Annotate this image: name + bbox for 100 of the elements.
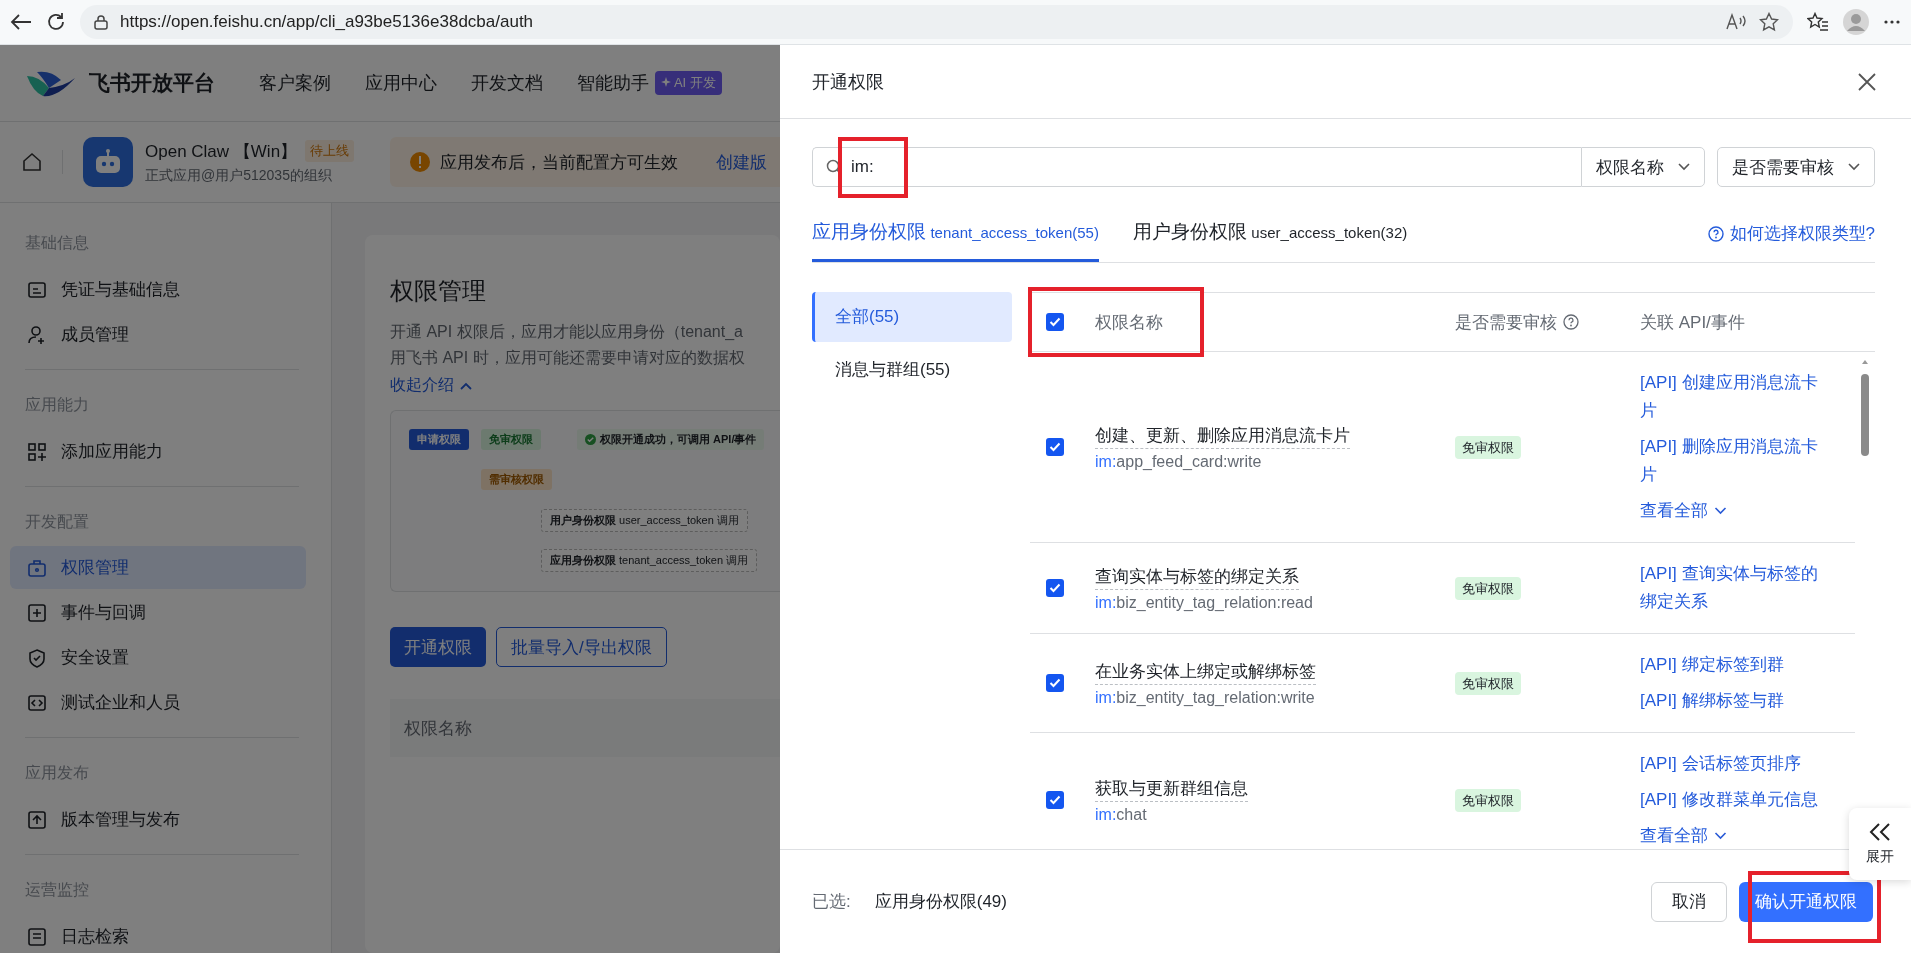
- star-icon[interactable]: [1759, 12, 1779, 32]
- more-icon[interactable]: [1883, 19, 1901, 25]
- filter-dropdown[interactable]: 权限名称: [1581, 147, 1705, 187]
- page-title: 权限管理: [390, 276, 487, 306]
- confirm-button[interactable]: 确认开通权限: [1739, 881, 1873, 922]
- flow-node: 申请权限: [409, 429, 469, 450]
- sidebar-item[interactable]: 权限管理: [10, 546, 306, 589]
- help-icon: [1707, 225, 1724, 242]
- permission-scope: im:biz_entity_tag_relation:read: [1095, 593, 1314, 612]
- api-link[interactable]: [API] 修改群菜单元信息: [1640, 786, 1830, 814]
- checkbox[interactable]: [1046, 313, 1064, 331]
- primary-button[interactable]: 开通权限: [390, 627, 486, 667]
- review-tag: 免审权限: [1455, 576, 1521, 600]
- sidebar-item-icon: [27, 647, 47, 668]
- sidebar-item[interactable]: 添加应用能力: [10, 429, 321, 474]
- description-text: 开通 API 权限后，应用才能以应用身份（tenant_a: [390, 322, 744, 342]
- api-link[interactable]: [API] 会话标签页排序: [1640, 750, 1830, 778]
- permission-name: 创建、更新、删除应用消息流卡片: [1095, 423, 1350, 449]
- nav-link[interactable]: 开发文档: [471, 71, 543, 95]
- reload-icon[interactable]: [46, 12, 66, 32]
- permission-name: 获取与更新群组信息: [1095, 776, 1248, 802]
- read-aloud-icon[interactable]: [1725, 13, 1747, 31]
- chevron-up-icon: [460, 381, 472, 390]
- sidebar-item[interactable]: 成员管理: [10, 312, 321, 357]
- view-all-link[interactable]: 查看全部: [1640, 497, 1830, 525]
- search-field[interactable]: im:: [812, 147, 1581, 187]
- lock-icon: [94, 14, 108, 30]
- robot-icon: [83, 137, 133, 187]
- site-logo-text[interactable]: 飞书开放平台: [89, 69, 215, 97]
- review-tag: 免审权限: [1455, 788, 1521, 812]
- nav-link[interactable]: 客户案例: [259, 71, 331, 95]
- sidebar-group-label: 运营监控: [24, 880, 90, 900]
- sidebar-item[interactable]: 测试企业和人员: [10, 680, 321, 725]
- category-item[interactable]: 消息与群组(55): [812, 345, 1012, 395]
- help-icon: [1563, 314, 1579, 330]
- checkbox[interactable]: [1046, 674, 1064, 692]
- notice-link[interactable]: 创建版: [716, 150, 767, 174]
- double-chevron-left-icon: [1869, 822, 1891, 842]
- collapse-link[interactable]: 收起介绍: [390, 375, 780, 396]
- category-item[interactable]: 全部(55): [812, 292, 1012, 342]
- sidebar-item-icon: [27, 692, 47, 713]
- selected-label: 已选:: [812, 891, 851, 913]
- permission-scope: im:biz_entity_tag_relation:write: [1095, 688, 1316, 707]
- warning-icon: [410, 152, 430, 172]
- sidebar-item[interactable]: 日志检索: [10, 914, 321, 953]
- checkbox[interactable]: [1046, 791, 1064, 809]
- review-tag: 免审权限: [1455, 671, 1521, 695]
- favorites-icon[interactable]: [1807, 12, 1829, 32]
- sidebar-item[interactable]: 凭证与基础信息: [10, 267, 321, 312]
- sidebar-item-icon: [27, 809, 47, 830]
- checkbox[interactable]: [1046, 438, 1064, 456]
- address-bar[interactable]: https://open.feishu.cn/app/cli_a93be5136e38dcba/auth: [80, 5, 1793, 39]
- help-link[interactable]: 如何选择权限类型?: [1707, 222, 1875, 262]
- chevron-down-icon: [1714, 832, 1727, 840]
- sidebar-item-icon: [27, 324, 47, 345]
- tab[interactable]: 用户身份权限 user_access_token(32): [1132, 219, 1408, 262]
- permission-name: 在业务实体上绑定或解绑标签: [1095, 659, 1316, 685]
- check-circle-icon: [585, 434, 596, 445]
- flow-node: 应用身份权限 tenant_access_token 调用: [541, 549, 758, 572]
- api-link[interactable]: [API] 创建应用消息流卡片: [1640, 369, 1830, 425]
- cancel-button[interactable]: 取消: [1651, 881, 1727, 922]
- filter-dropdown[interactable]: 是否需要审核: [1717, 147, 1875, 187]
- avatar-icon[interactable]: [1843, 9, 1869, 35]
- sidebar-item[interactable]: 事件与回调: [10, 590, 321, 635]
- description-text: 用飞书 API 时，应用可能还需要申请对应的数据权: [390, 348, 746, 368]
- column-header: 权限名称: [1095, 311, 1164, 334]
- back-icon[interactable]: [10, 13, 32, 31]
- sidebar-item-icon: [27, 279, 47, 300]
- flow-node: 权限开通成功，可调用 API/事件: [577, 429, 765, 450]
- ai-badge[interactable]: AI 开发: [655, 71, 722, 95]
- table-header: 权限名称: [390, 699, 780, 757]
- view-all-link[interactable]: 查看全部: [1640, 822, 1830, 849]
- column-header: 关联 API/事件: [1640, 311, 1746, 334]
- api-link[interactable]: [API] 查询实体与标签的绑定关系: [1640, 560, 1830, 616]
- sidebar-item-icon: [27, 441, 47, 462]
- api-link[interactable]: [API] 解绑标签与群: [1640, 687, 1830, 715]
- outline-button[interactable]: 批量导入/导出权限: [496, 627, 667, 667]
- tab[interactable]: 应用身份权限 tenant_access_token(55): [812, 219, 1099, 262]
- sidebar-item-icon: [27, 926, 47, 947]
- url-text: https://open.feishu.cn/app/cli_a93be5136e38dcba/auth: [120, 12, 534, 32]
- nav-link[interactable]: 智能助手: [577, 71, 649, 95]
- permission-name: 查询实体与标签的绑定关系: [1095, 564, 1299, 590]
- selected-value: 应用身份权限(49): [874, 891, 1007, 913]
- review-tag: 免审权限: [1455, 435, 1521, 459]
- expand-panel-tab[interactable]: 展开: [1849, 808, 1911, 880]
- dialog-title: 开通权限: [812, 70, 884, 94]
- sidebar-group-label: 应用能力: [24, 395, 90, 415]
- sidebar-item[interactable]: 版本管理与发布: [10, 797, 321, 842]
- close-icon[interactable]: [1857, 71, 1877, 92]
- api-link[interactable]: [API] 绑定标签到群: [1640, 651, 1830, 679]
- flow-node: 需审核权限: [481, 469, 552, 490]
- api-link[interactable]: [API] 删除应用消息流卡片: [1640, 433, 1830, 489]
- nav-link[interactable]: 应用中心: [365, 71, 437, 95]
- home-icon[interactable]: [22, 152, 42, 172]
- flow-node: 用户身份权限 user_access_token 调用: [541, 509, 748, 532]
- sidebar-item[interactable]: 安全设置: [10, 635, 321, 680]
- column-header: 是否需要审核: [1455, 311, 1557, 334]
- checkbox[interactable]: [1046, 579, 1064, 597]
- sidebar-group-label: 应用发布: [24, 763, 90, 783]
- permission-scope: im:chat: [1095, 805, 1148, 824]
